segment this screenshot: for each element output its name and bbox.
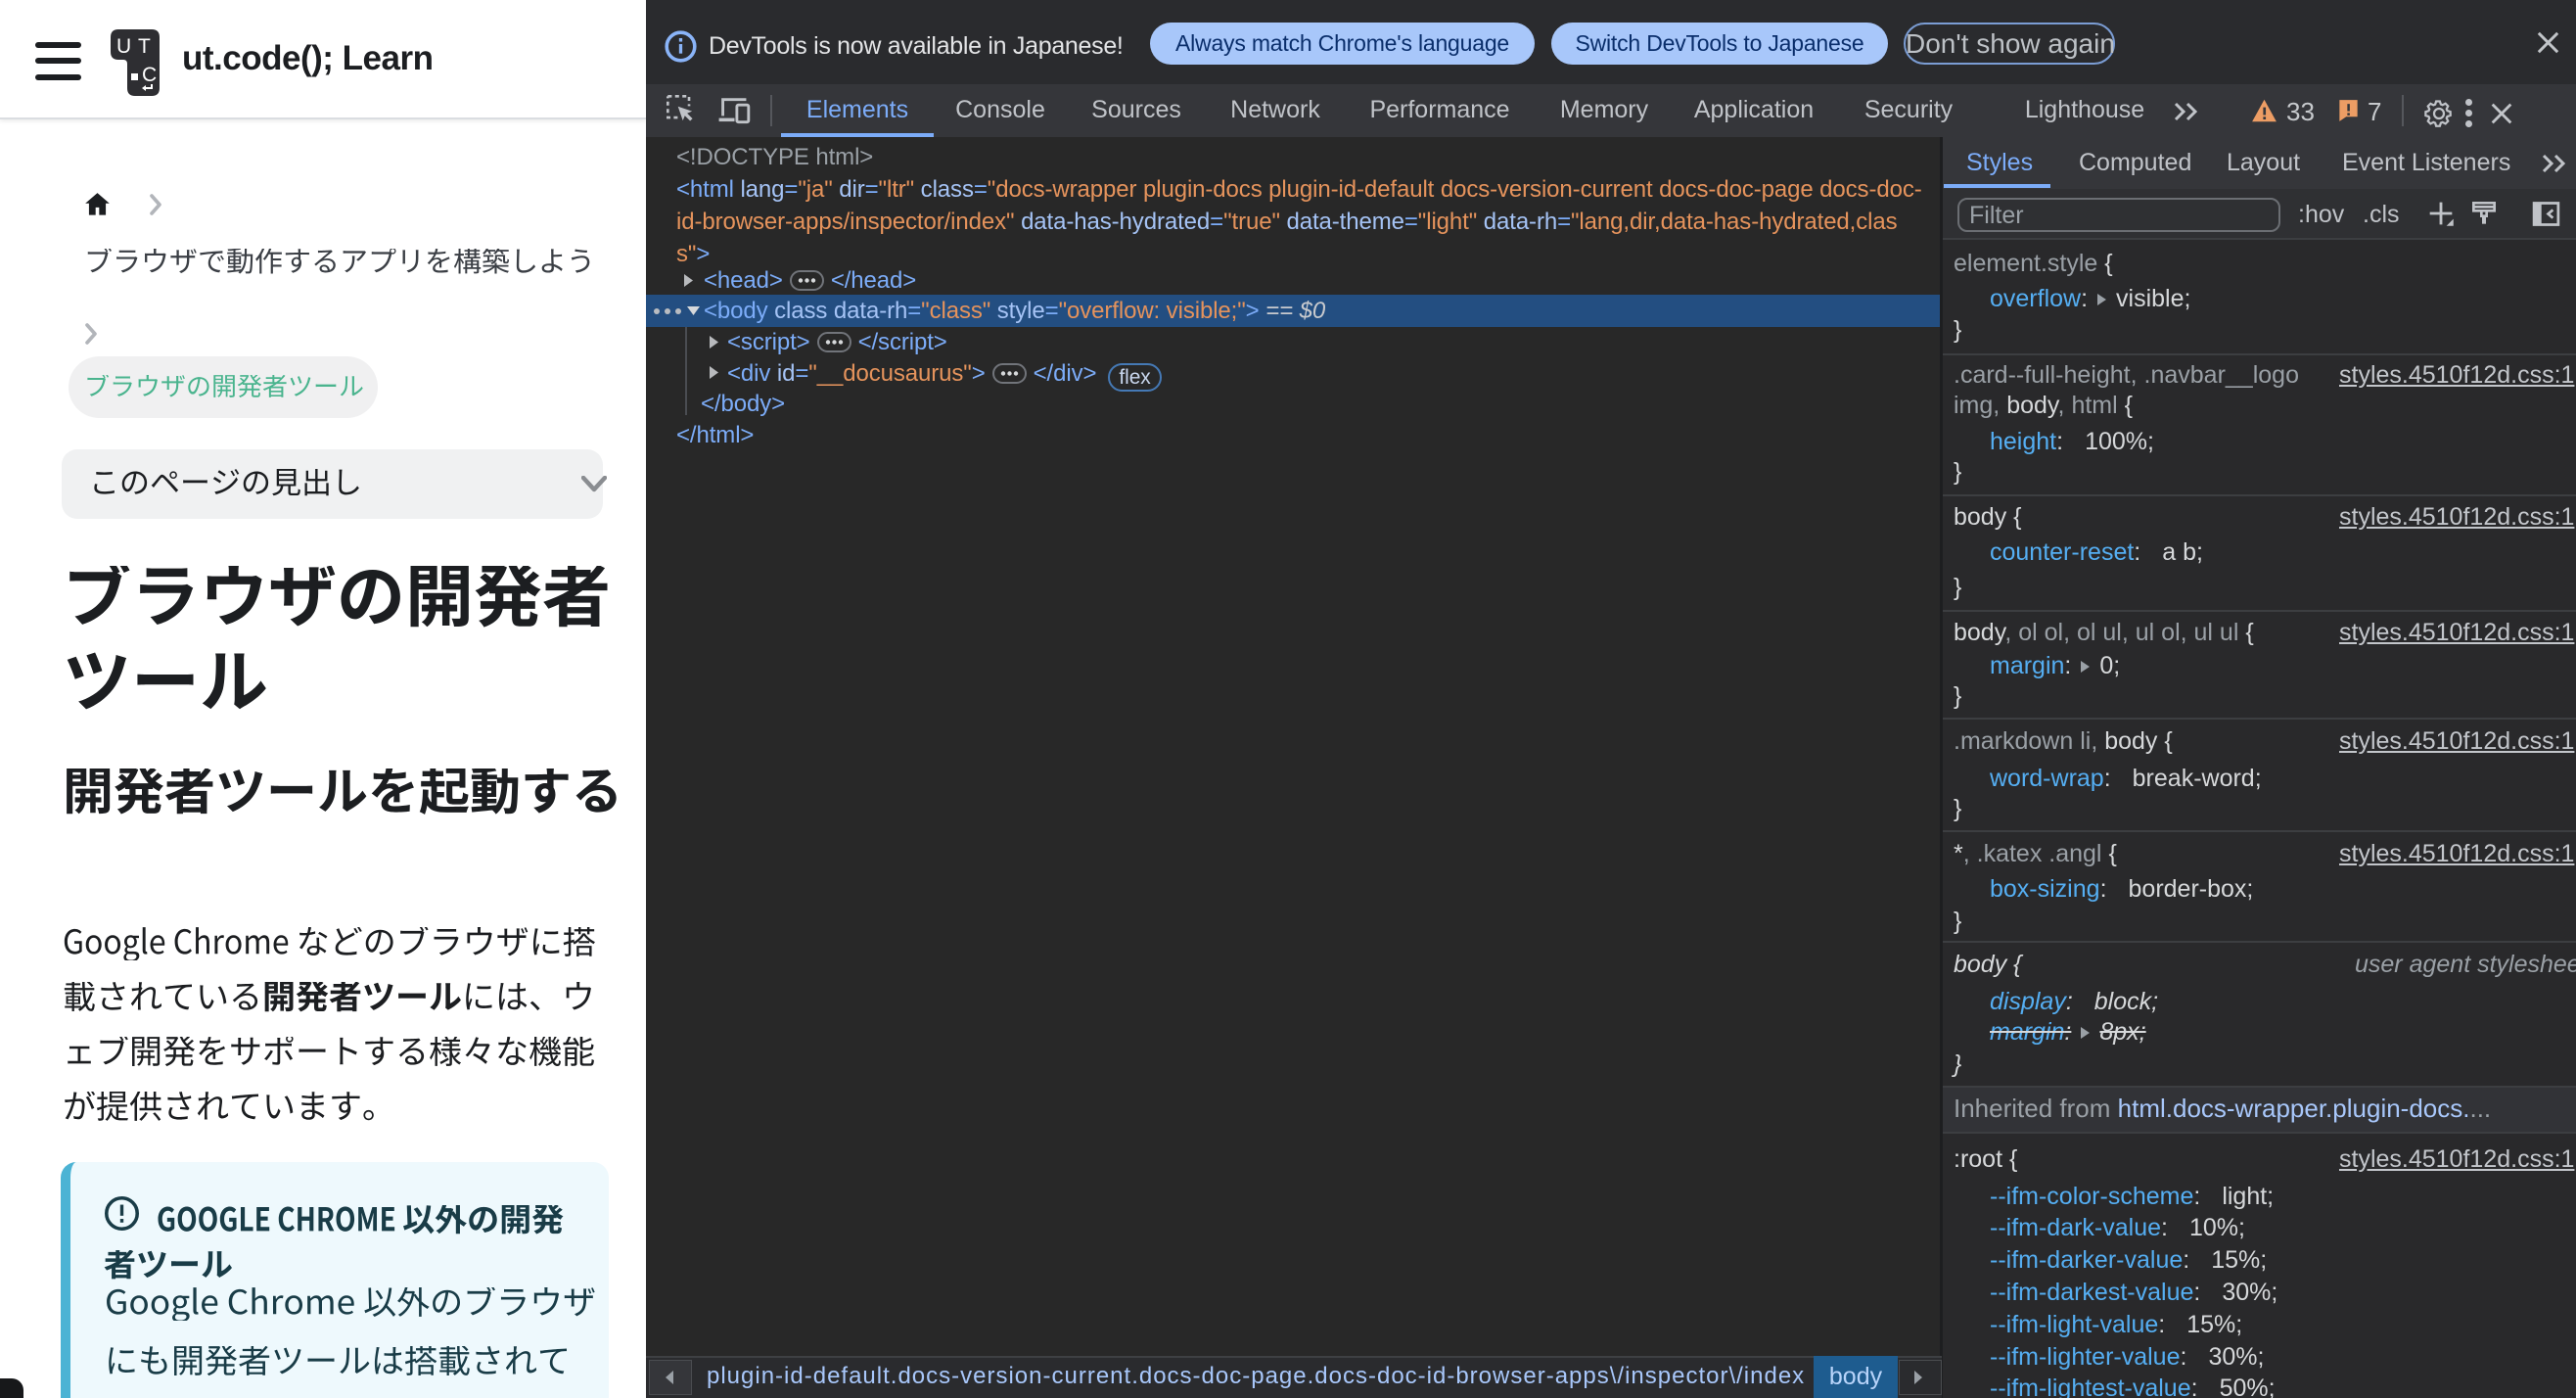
svg-text:U: U xyxy=(116,35,131,58)
svg-text:C: C xyxy=(142,64,157,86)
svg-text:T: T xyxy=(138,35,151,58)
